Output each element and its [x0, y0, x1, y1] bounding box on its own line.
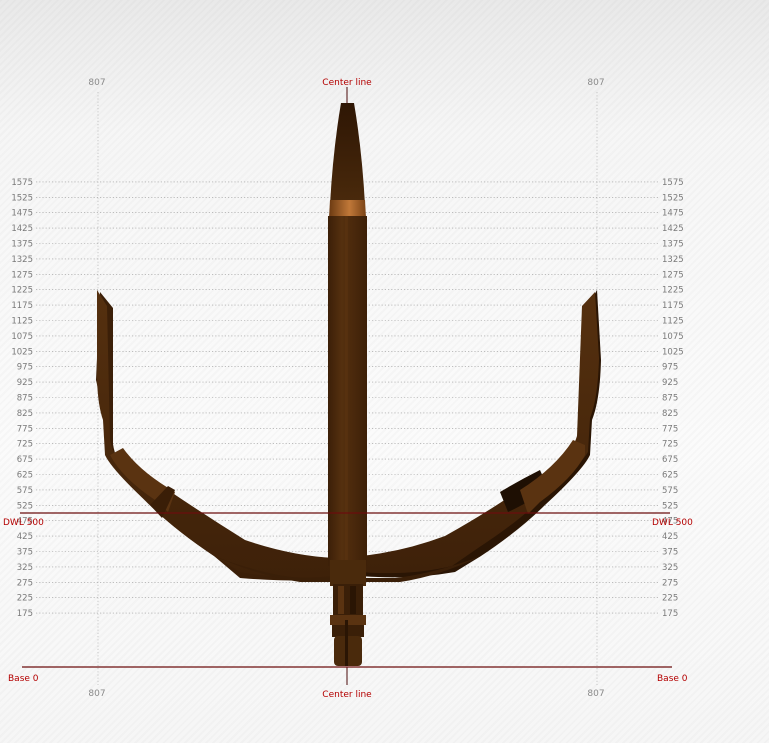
- height-tick-label-left: 1575: [11, 178, 33, 188]
- height-tick-label-left: 325: [17, 563, 33, 573]
- height-tick-label-right: 725: [662, 440, 678, 450]
- height-tick-label-right: 825: [662, 409, 678, 419]
- dwl-label-left: DWL 500: [3, 518, 44, 528]
- height-tick-label-right: 1325: [662, 255, 684, 265]
- height-tick-label-left: 525: [17, 501, 33, 511]
- height-tick-label-left: 1175: [11, 301, 33, 311]
- height-tick-label-right: 325: [662, 563, 678, 573]
- height-tick-label-left: 675: [17, 455, 33, 465]
- height-tick-label-right: 1425: [662, 224, 684, 234]
- height-tick-label-right: 1225: [662, 286, 684, 296]
- height-tick-label-left: 1275: [11, 270, 33, 280]
- height-tick-label-left: 875: [17, 394, 33, 404]
- height-tick-label-left: 775: [17, 424, 33, 434]
- position-label-left-bottom: 807: [88, 689, 105, 699]
- height-tick-label-right: 875: [662, 394, 678, 404]
- height-tick-label-left: 975: [17, 363, 33, 373]
- height-tick-label-right: 1475: [662, 209, 684, 219]
- keel-mid: [333, 584, 363, 616]
- keel-upper: [330, 560, 366, 586]
- keel-mid-gap: [350, 586, 356, 614]
- height-tick-label-left: 1375: [11, 240, 33, 250]
- height-tick-label-right: 1575: [662, 178, 684, 188]
- dwl-label-right: DWL 500: [652, 518, 693, 528]
- base-label-left: Base 0: [8, 674, 39, 684]
- position-label-right-top: 807: [587, 78, 604, 88]
- height-tick-label-left: 925: [17, 378, 33, 388]
- height-tick-label-right: 225: [662, 594, 678, 604]
- height-tick-label-left: 725: [17, 440, 33, 450]
- hull-arm-left-front: [96, 290, 335, 578]
- hull-arm-right-front: [360, 292, 599, 574]
- body-plan-drawing: 1575 1575 1525 1525 1475 1475 1425 1425 1375 1375…: [3, 78, 693, 700]
- height-tick-label-left: 175: [17, 609, 33, 619]
- position-label-left-top: 807: [88, 78, 105, 88]
- height-tick-label-left: 1475: [11, 209, 33, 219]
- height-tick-label-right: 675: [662, 455, 678, 465]
- height-tick-label-right: 425: [662, 532, 678, 542]
- hull-frame: [96, 103, 601, 666]
- height-tick-label-left: 375: [17, 548, 33, 558]
- height-tick-label-left: 1525: [11, 193, 33, 203]
- post-collar: [329, 200, 366, 218]
- height-tick-label-left: 1425: [11, 224, 33, 234]
- keel-mid-stripe: [338, 586, 344, 614]
- height-tick-label-left: 1225: [11, 286, 33, 296]
- position-label-right-bottom: 807: [587, 689, 604, 699]
- height-tick-label-left: 625: [17, 471, 33, 481]
- center-line-label-bottom: Center line: [322, 690, 372, 700]
- height-tick-label-right: 1175: [662, 301, 684, 311]
- height-tick-label-left: 225: [17, 594, 33, 604]
- height-tick-label-right: 1375: [662, 240, 684, 250]
- height-tick-label-left: 825: [17, 409, 33, 419]
- height-tick-label-right: 525: [662, 501, 678, 511]
- height-tick-label-right: 275: [662, 578, 678, 588]
- keel-foot-seam: [345, 620, 348, 666]
- height-tick-label-right: 1075: [662, 332, 684, 342]
- center-line-label-top: Center line: [322, 78, 372, 88]
- post-tip: [330, 103, 365, 205]
- height-tick-label-left: 425: [17, 532, 33, 542]
- height-tick-label-right: 175: [662, 609, 678, 619]
- height-tick-label-right: 975: [662, 363, 678, 373]
- height-tick-label-left: 275: [17, 578, 33, 588]
- height-tick-label-right: 1125: [662, 317, 684, 327]
- height-tick-label-right: 575: [662, 486, 678, 496]
- height-tick-label-right: 925: [662, 378, 678, 388]
- height-tick-label-right: 1275: [662, 270, 684, 280]
- height-tick-label-left: 1075: [11, 332, 33, 342]
- height-tick-label-right: 1525: [662, 193, 684, 203]
- height-tick-label-left: 1325: [11, 255, 33, 265]
- base-label-right: Base 0: [657, 674, 688, 684]
- height-tick-label-right: 625: [662, 471, 678, 481]
- height-tick-label-right: 375: [662, 548, 678, 558]
- height-tick-label-left: 575: [17, 486, 33, 496]
- height-tick-label-right: 1025: [662, 347, 684, 357]
- height-tick-label-left: 1025: [11, 347, 33, 357]
- height-tick-label-left: 1125: [11, 317, 33, 327]
- height-tick-label-right: 775: [662, 424, 678, 434]
